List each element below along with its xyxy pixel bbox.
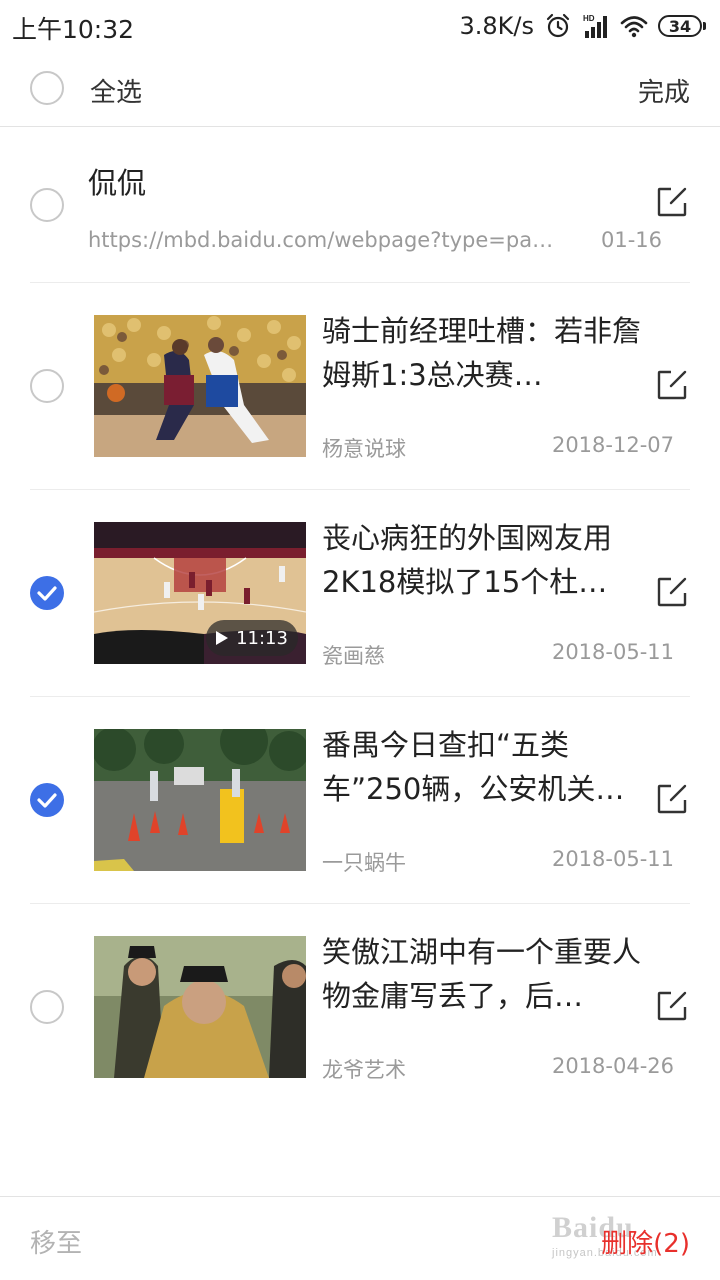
item-date: 2018-05-11 xyxy=(551,640,674,664)
item-checkbox[interactable] xyxy=(30,783,64,817)
list-item[interactable]: 11:13 丧心病狂的外国网友用2K18模拟了15个杜… 瓷画慈 2018-05… xyxy=(0,490,720,697)
network-speed: 3.8K/s xyxy=(459,12,535,40)
select-all-checkbox[interactable] xyxy=(30,71,64,105)
status-indicators: 3.8K/s HD 34 xyxy=(459,10,706,42)
item-date: 2018-12-07 xyxy=(551,433,674,457)
delete-button[interactable]: 删除(2) xyxy=(601,1223,690,1260)
alarm-icon xyxy=(546,13,570,38)
edit-icon[interactable] xyxy=(656,576,688,608)
item-title: 番禺今日查扣“五类车”250辆，公安机关… xyxy=(322,728,625,806)
list-item[interactable]: 骑士前经理吐槽：若非詹姆斯1:3总决赛… 杨意说球 2018-12-07 xyxy=(0,283,720,490)
item-date: 01-16 xyxy=(600,228,662,252)
status-bar: 上午10:32 3.8K/s HD 34 xyxy=(0,0,720,52)
item-thumbnail: 11:13 xyxy=(94,522,306,664)
signal-icon: HD xyxy=(583,14,607,38)
play-icon xyxy=(216,631,229,645)
item-title: 丧心病狂的外国网友用2K18模拟了15个杜… xyxy=(322,521,613,599)
item-thumbnail xyxy=(94,729,306,871)
status-time: 上午10:32 xyxy=(12,15,135,44)
move-to-button[interactable]: 移至 xyxy=(30,1223,82,1260)
edit-icon[interactable] xyxy=(656,783,688,815)
edit-icon[interactable] xyxy=(656,990,688,1022)
list-item[interactable]: 番禺今日查扣“五类车”250辆，公安机关… 一只蜗牛 2018-05-11 xyxy=(0,697,720,904)
item-source: 龙爷艺术 xyxy=(322,1058,406,1082)
signal-hd-label: HD xyxy=(583,14,595,23)
battery-icon: 34 xyxy=(658,15,706,37)
checkmark-icon xyxy=(37,793,57,808)
list-item[interactable]: 笑傲江湖中有一个重要人物金庸写丢了，后… 龙爷艺术 2018-04-26 xyxy=(0,904,720,1111)
item-source: 杨意说球 xyxy=(322,437,406,461)
checkmark-icon xyxy=(37,586,57,601)
edit-toolbar: 全选 完成 xyxy=(0,52,720,127)
item-thumbnail xyxy=(94,936,306,1078)
video-duration: 11:13 xyxy=(236,627,288,649)
wifi-icon xyxy=(620,16,648,38)
item-checkbox[interactable] xyxy=(30,990,64,1024)
list-item[interactable]: 侃侃 https://mbd.baidu.com/webpage?type=pa… xyxy=(0,127,720,283)
edit-icon[interactable] xyxy=(656,186,688,218)
item-url: https://mbd.baidu.com/webpage?type=page… xyxy=(88,228,560,252)
done-button[interactable]: 完成 xyxy=(638,72,690,109)
item-checkbox[interactable] xyxy=(30,369,64,403)
basketball-game-photo xyxy=(94,315,306,457)
favorites-list: 侃侃 https://mbd.baidu.com/webpage?type=pa… xyxy=(0,127,720,1111)
item-checkbox[interactable] xyxy=(30,576,64,610)
bottom-action-bar: 移至 Baidu jingyan.baidu.com 删除(2) xyxy=(0,1196,720,1280)
item-checkbox[interactable] xyxy=(30,188,64,222)
item-title: 骑士前经理吐槽：若非詹姆斯1:3总决赛… xyxy=(322,314,642,392)
item-title: 侃侃 xyxy=(88,166,147,200)
edit-icon[interactable] xyxy=(656,369,688,401)
item-date: 2018-04-26 xyxy=(551,1054,674,1078)
item-date: 2018-05-11 xyxy=(551,847,674,871)
police-checkpoint-photo xyxy=(94,729,306,871)
item-title: 笑傲江湖中有一个重要人物金庸写丢了，后… xyxy=(322,935,642,1013)
item-source: 瓷画慈 xyxy=(322,644,385,668)
select-all-label[interactable]: 全选 xyxy=(90,72,142,109)
item-source: 一只蜗牛 xyxy=(322,851,406,875)
video-duration-badge: 11:13 xyxy=(206,620,298,656)
movie-still-photo xyxy=(94,936,306,1078)
item-thumbnail xyxy=(94,315,306,457)
battery-level: 34 xyxy=(658,15,702,37)
